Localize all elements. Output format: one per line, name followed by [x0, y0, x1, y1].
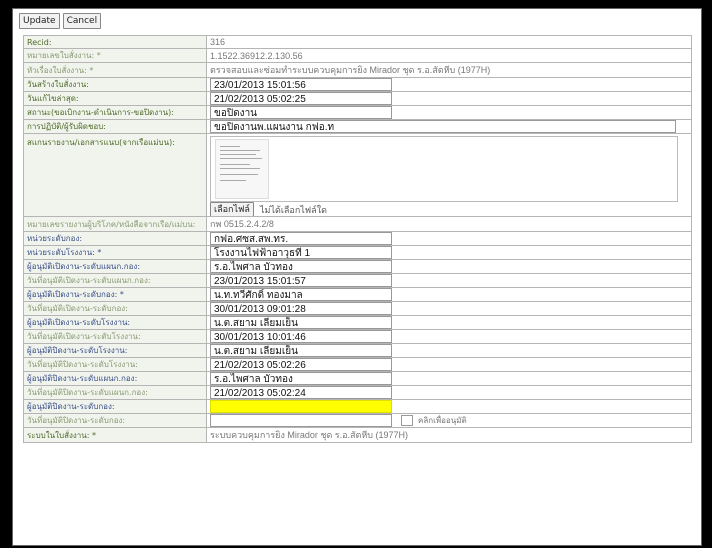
approver1-field[interactable]: ร.อ.ไพศาล บัวทอง [210, 260, 392, 273]
update-button[interactable]: Update [19, 13, 60, 29]
attachment-preview-area[interactable] [210, 136, 678, 202]
status-field[interactable]: ขอปิดงาน [210, 106, 392, 119]
row-result: การปฏิบัติ/ผู้รับผิดชอบ: ขอปิดงานพ.แผนงา… [23, 119, 692, 134]
approver3-field[interactable]: น.ต.สยาม เลี่ยมเย็น [210, 316, 392, 329]
recid-label: Recid: [23, 35, 207, 49]
document-thumbnail[interactable] [215, 139, 269, 199]
row-closer1: ผู้อนุมัติปิดงาน-ระดับโรงงาน: น.ต.สยาม เ… [23, 343, 692, 358]
closer3-field[interactable] [210, 400, 392, 413]
ref-no-label: หมายเลขรายงานผู้บริโภค/หนังสือจากเรือ/แม… [23, 216, 207, 232]
row-doc-no: หมายเลขใบสั่งงาน: * 1.1522.36912.2.130.5… [23, 48, 692, 63]
system-label: ระบบในใบสั่งงาน: * [23, 427, 207, 443]
row-close-date2: วันที่อนุมัติปิดงาน-ระดับแผนก.กอง: 21/02… [23, 385, 692, 400]
row-status: สถานะ(ขอเบิกงาน-ดำเนินการ-ขอปิดงาน): ขอป… [23, 105, 692, 120]
row-approve-date1: วันที่อนุมัติเปิดงาน-ระดับแผนก.กอง: 23/0… [23, 273, 692, 288]
unit-label: หน่วยระดับกอง: [23, 231, 207, 246]
row-approver3: ผู้อนุมัติเปิดงาน-ระดับโรงงาน: น.ต.สยาม … [23, 315, 692, 330]
row-closer2: ผู้อนุมัติปิดงาน-ระดับแผนก.กอง: ร.อ.ไพศา… [23, 371, 692, 386]
close-date2-field[interactable]: 21/02/2013 05:02:24 [210, 386, 392, 399]
approve-checkbox[interactable] [400, 415, 413, 426]
close-date3-label: วันที่อนุมัติปิดงาน-ระดับกอง: [23, 413, 207, 428]
approve-date3-field[interactable]: 30/01/2013 10:01:46 [210, 330, 392, 343]
row-close-date3: วันที่อนุมัติปิดงาน-ระดับกอง: คลิกเพื่ออ… [23, 413, 692, 428]
record-form: Recid: 316 หมายเลขใบสั่งงาน: * 1.1522.36… [23, 35, 692, 443]
row-approver1: ผู้อนุมัติเปิดงาน-ระดับแผนก.กอง: ร.อ.ไพศ… [23, 259, 692, 274]
doc-no-label: หมายเลขใบสั่งงาน: * [23, 48, 207, 63]
plant-field[interactable]: โรงงานไฟฟ้าอาวุธที่ 1 [210, 246, 392, 259]
system-value: ระบบควบคุมการยิง Mirador ชุด ร.อ.สัตหีบ … [206, 427, 692, 443]
approve-checkbox-label: คลิกเพื่ออนุมัติ [418, 416, 467, 425]
row-created: วันสร้างใบสั่งงาน: 23/01/2013 15:01:56 [23, 77, 692, 92]
row-attachment: สแกนรายงาน/เอกสารแนบ(จากเรือแม่บน): เลือ… [23, 133, 692, 217]
choose-file-button[interactable]: เลือกไฟล์ [210, 202, 254, 216]
approve-date1-field[interactable]: 23/01/2013 15:01:57 [210, 274, 392, 287]
closer2-field[interactable]: ร.อ.ไพศาล บัวทอง [210, 372, 392, 385]
approve-date2-field[interactable]: 30/01/2013 09:01:28 [210, 302, 392, 315]
closer1-field[interactable]: น.ต.สยาม เลี่ยมเย็น [210, 344, 392, 357]
close-date1-label: วันที่อนุมัติปิดงาน-ระดับโรงงาน: [23, 357, 207, 372]
subject-value: ตรวจสอบและซ่อมทำระบบควบคุมการยิง Mirador… [206, 62, 692, 78]
row-plant: หน่วยระดับโรงงาน: * โรงงานไฟฟ้าอาวุธที่ … [23, 245, 692, 260]
row-approver2: ผู้อนุมัติเปิดงาน-ระดับกอง: * น.ท.ทวีศัก… [23, 287, 692, 302]
status-label: สถานะ(ขอเบิกงาน-ดำเนินการ-ขอปิดงาน): [23, 105, 207, 120]
edit-record-window: Update Cancel Recid: 316 หมายเลขใบสั่งงา… [12, 8, 702, 546]
unit-field[interactable]: กฟอ.ศซส.สพ.ทร. [210, 232, 392, 245]
result-label: การปฏิบัติ/ผู้รับผิดชอบ: [23, 119, 207, 134]
closer1-label: ผู้อนุมัติปิดงาน-ระดับโรงงาน: [23, 343, 207, 358]
created-field[interactable]: 23/01/2013 15:01:56 [210, 78, 392, 91]
closer3-label: ผู้อนุมัติปิดงาน-ระดับกอง: [23, 399, 207, 414]
closer2-label: ผู้อนุมัติปิดงาน-ระดับแผนก.กอง: [23, 371, 207, 386]
subject-label: หัวเรื่องใบสั่งงาน: * [23, 62, 207, 78]
row-recid: Recid: 316 [23, 35, 692, 49]
toolbar: Update Cancel [13, 9, 701, 33]
attachment-box: เลือกไฟล์ ไม่ได้เลือกไฟล์ใด [210, 135, 688, 216]
approver3-label: ผู้อนุมัติเปิดงาน-ระดับโรงงาน: [23, 315, 207, 330]
approver1-label: ผู้อนุมัติเปิดงาน-ระดับแผนก.กอง: [23, 259, 207, 274]
row-close-date1: วันที่อนุมัติปิดงาน-ระดับโรงงาน: 21/02/2… [23, 357, 692, 372]
close-date1-field[interactable]: 21/02/2013 05:02:26 [210, 358, 392, 371]
approver2-label: ผู้อนุมัติเปิดงาน-ระดับกอง: * [23, 287, 207, 302]
result-field[interactable]: ขอปิดงานพ.แผนงาน กฟอ.ท [210, 120, 676, 133]
doc-no-value: 1.1522.36912.2.130.56 [206, 48, 692, 63]
row-approve-date2: วันที่อนุมัติเปิดงาน-ระดับกอง: 30/01/201… [23, 301, 692, 316]
row-closer3: ผู้อนุมัติปิดงาน-ระดับกอง: [23, 399, 692, 414]
updated-field[interactable]: 21/02/2013 05:02:25 [210, 92, 392, 105]
close-date3-field[interactable] [210, 414, 392, 427]
row-system: ระบบในใบสั่งงาน: * ระบบควบคุมการยิง Mira… [23, 427, 692, 443]
approve-date3-label: วันที่อนุมัติเปิดงาน-ระดับโรงงาน: [23, 329, 207, 344]
approver2-field[interactable]: น.ท.ทวีศักดิ์ ทองมาล [210, 288, 392, 301]
attachment-label: สแกนรายงาน/เอกสารแนบ(จากเรือแม่บน): [23, 133, 207, 217]
plant-label: หน่วยระดับโรงงาน: * [23, 245, 207, 260]
row-updated: วันแก้ไขล่าสุด: 21/02/2013 05:02:25 [23, 91, 692, 106]
recid-value: 316 [206, 35, 692, 49]
created-label: วันสร้างใบสั่งงาน: [23, 77, 207, 92]
row-ref-no: หมายเลขรายงานผู้บริโภค/หนังสือจากเรือ/แม… [23, 216, 692, 232]
row-unit: หน่วยระดับกอง: กฟอ.ศซส.สพ.ทร. [23, 231, 692, 246]
cancel-button[interactable]: Cancel [62, 13, 102, 29]
row-subject: หัวเรื่องใบสั่งงาน: * ตรวจสอบและซ่อมทำระ… [23, 62, 692, 78]
close-date2-label: วันที่อนุมัติปิดงาน-ระดับแผนก.กอง: [23, 385, 207, 400]
row-approve-date3: วันที่อนุมัติเปิดงาน-ระดับโรงงาน: 30/01/… [23, 329, 692, 344]
ref-no-value: กพ 0515.2.4.2/8 [206, 216, 692, 232]
no-file-text: ไม่ได้เลือกไฟล์ใด [260, 205, 327, 215]
updated-label: วันแก้ไขล่าสุด: [23, 91, 207, 106]
approve-date2-label: วันที่อนุมัติเปิดงาน-ระดับกอง: [23, 301, 207, 316]
approve-date1-label: วันที่อนุมัติเปิดงาน-ระดับแผนก.กอง: [23, 273, 207, 288]
